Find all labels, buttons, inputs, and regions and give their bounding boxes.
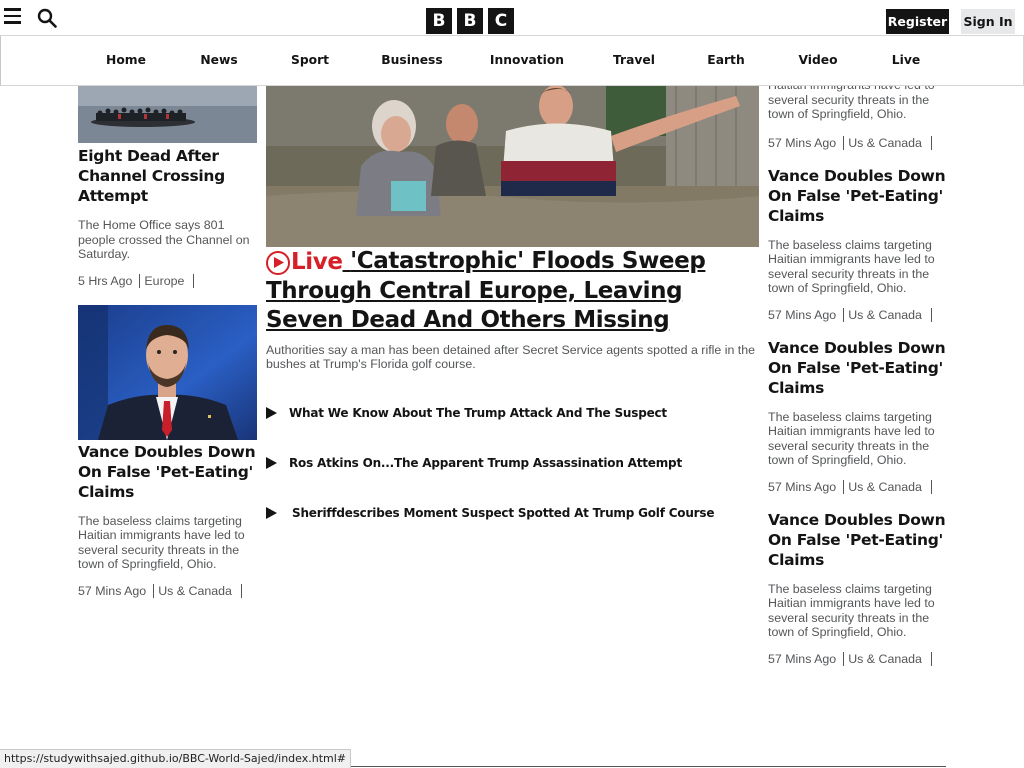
nav-item-business[interactable]: Business — [381, 53, 442, 67]
story-summary: The baseless claims targeting Haitian im… — [768, 409, 935, 468]
live-badge[interactable]: Live — [266, 248, 343, 277]
related-link[interactable]: Ros Atkins On...The Apparent Trump Assas… — [266, 455, 759, 471]
sign-in-button[interactable]: Sign In — [961, 9, 1015, 34]
right-column: Haitian immigrants have led to several s… — [768, 78, 946, 666]
related-link[interactable]: What We Know About The Trump Attack And … — [266, 405, 759, 421]
meta-divider — [930, 307, 932, 322]
meta-divider — [843, 135, 845, 150]
meta-divider — [843, 307, 845, 322]
nav-item-home[interactable]: Home — [106, 53, 146, 67]
story-meta: 57 Mins Ago Us & Canada — [768, 479, 946, 494]
related-link[interactable]: Sheriffdescribes Moment Suspect Spotted … — [266, 505, 759, 521]
nav-item-news[interactable]: News — [200, 53, 237, 67]
story-meta: 57 Mins Ago Us & Canada — [768, 307, 946, 322]
story-meta: 57 Mins Ago Us & Canada — [78, 583, 257, 598]
left-column: Eight Dead After Channel Crossing Attemp… — [78, 86, 257, 598]
top-bar: B B C Register Sign In — [0, 0, 1024, 35]
story-summary: The Home Office says 801 people crossed … — [78, 218, 250, 261]
story-image-portrait[interactable] — [78, 304, 257, 440]
logo-letter: C — [488, 8, 514, 34]
story-title[interactable]: Eight Dead After Channel Crossing Attemp… — [78, 146, 257, 206]
play-circle-icon — [266, 250, 290, 275]
story-meta: 57 Mins Ago Us & Canada — [768, 135, 946, 150]
story-section-link[interactable]: Us & Canada — [848, 652, 922, 666]
related-link-label[interactable]: What We Know About The Trump Attack And … — [289, 406, 667, 420]
story-section-link[interactable]: Us & Canada — [848, 480, 922, 494]
story-time: 57 Mins Ago — [768, 135, 837, 150]
nav-item-travel[interactable]: Travel — [613, 53, 655, 67]
register-button[interactable]: Register — [886, 9, 949, 34]
nav-item-video[interactable]: Video — [798, 53, 837, 67]
story-title[interactable]: Vance Doubles Down On False 'Pet-Eating'… — [768, 510, 946, 570]
story-section-link[interactable]: Us & Canada — [158, 584, 232, 598]
hamburger-icon[interactable] — [4, 8, 21, 25]
story-section-link[interactable]: Us & Canada — [848, 136, 922, 150]
play-icon — [266, 407, 277, 419]
meta-divider — [240, 583, 242, 598]
meta-divider — [930, 651, 932, 666]
nav-item-sport[interactable]: Sport — [291, 53, 329, 67]
story-time: 57 Mins Ago — [768, 479, 837, 494]
story-section-link[interactable]: Europe — [144, 274, 184, 288]
meta-divider — [930, 135, 932, 150]
meta-divider — [193, 273, 195, 288]
logo-letter: B — [426, 8, 452, 34]
story-meta: 57 Mins Ago Us & Canada — [768, 651, 946, 666]
hero-headline-link[interactable]: Live 'Catastrophic' Floods Sweep Through… — [266, 247, 759, 335]
story-title[interactable]: Vance Doubles Down On False 'Pet-Eating'… — [78, 442, 257, 502]
related-links-list: What We Know About The Trump Attack And … — [266, 405, 759, 521]
hero-image-floods[interactable] — [266, 86, 759, 247]
footer-divider — [340, 766, 946, 767]
story-meta: 5 Hrs Ago Europe — [78, 273, 257, 288]
nav-item-earth[interactable]: Earth — [707, 53, 744, 67]
browser-status-bar: https://studywithsajed.github.io/BBC-Wor… — [0, 749, 352, 768]
nav-item-innovation[interactable]: Innovation — [490, 53, 564, 67]
main-story: Live 'Catastrophic' Floods Sweep Through… — [266, 86, 759, 555]
play-icon — [266, 457, 277, 469]
meta-divider — [139, 273, 141, 288]
story-time: 57 Mins Ago — [78, 583, 147, 598]
story-section-link[interactable]: Us & Canada — [848, 308, 922, 322]
live-label: Live — [291, 249, 343, 275]
story-summary: The baseless claims targeting Haitian im… — [768, 581, 935, 640]
main-navigation: Home News Sport Business Innovation Trav… — [0, 35, 1024, 86]
story-time: 57 Mins Ago — [768, 307, 837, 322]
story-time: 5 Hrs Ago — [78, 273, 133, 288]
story-title[interactable]: Vance Doubles Down On False 'Pet-Eating'… — [768, 166, 946, 226]
logo-letter: B — [457, 8, 483, 34]
related-link-label[interactable]: Sheriffdescribes Moment Suspect Spotted … — [292, 506, 714, 520]
story-time: 57 Mins Ago — [768, 651, 837, 666]
bbc-logo[interactable]: B B C — [426, 8, 514, 34]
search-icon[interactable] — [37, 8, 57, 28]
story-summary: The baseless claims targeting Haitian im… — [78, 513, 245, 572]
related-link-label[interactable]: Ros Atkins On...The Apparent Trump Assas… — [289, 456, 682, 470]
meta-divider — [843, 651, 845, 666]
meta-divider — [153, 583, 155, 598]
story-summary: The baseless claims targeting Haitian im… — [768, 237, 935, 296]
meta-divider — [843, 479, 845, 494]
story-title[interactable]: Vance Doubles Down On False 'Pet-Eating'… — [768, 338, 946, 398]
meta-divider — [930, 479, 932, 494]
play-icon — [266, 507, 277, 519]
story-image-boat[interactable] — [78, 86, 257, 143]
nav-item-live[interactable]: Live — [892, 53, 920, 67]
hero-summary: Authorities say a man has been detained … — [266, 343, 756, 371]
